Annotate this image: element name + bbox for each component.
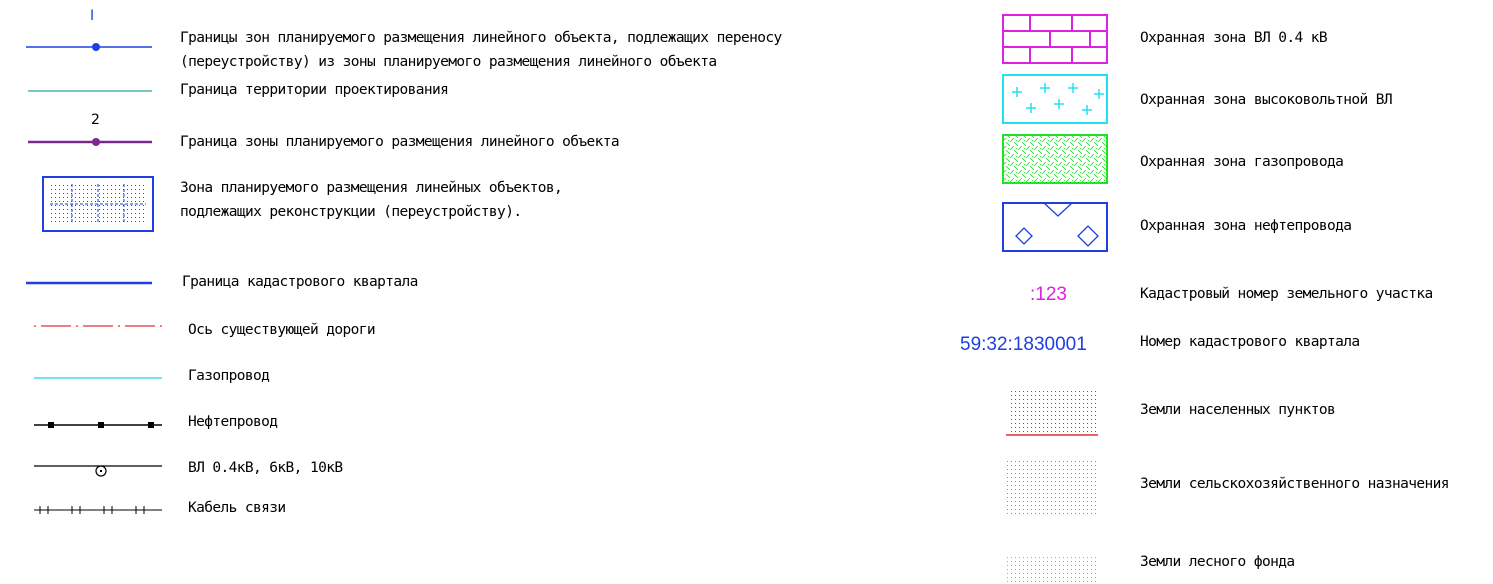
forest-lands-label: Земли лесного фонда: [1140, 554, 1295, 570]
cadastral-quarter-number-code: 59:32:1830001: [960, 334, 1087, 355]
forest-lands-symbol: [1006, 556, 1098, 584]
zone-transfer-label-line1: Границы зон планируемого размещения лине…: [180, 30, 782, 46]
land-plot-number-code: :123: [1030, 284, 1067, 305]
gas-pipeline-symbol: [34, 377, 162, 379]
reconstruction-zone-symbol: [42, 176, 154, 232]
settlement-lands-symbol: [1006, 388, 1098, 436]
agricultural-lands-label: Земли сельскохозяйственного назначения: [1140, 476, 1450, 492]
road-axis-symbol: [34, 325, 162, 327]
power-line-symbol: [34, 465, 162, 477]
agricultural-lands-symbol: [1006, 460, 1098, 516]
zone-transfer-label-line2: (переустройству) из зоны планируемого ра…: [180, 54, 717, 70]
settlement-lands-label: Земли населенных пунктов: [1140, 402, 1336, 418]
land-plot-number-label: Кадастровый номер земельного участка: [1140, 286, 1433, 302]
oil-pipeline-symbol: [34, 422, 162, 428]
oil-protection-zone-label: Охранная зона нефтепровода: [1140, 218, 1352, 234]
road-axis-label: Ось существующей дороги: [188, 322, 376, 338]
reconstruction-zone-label-line1: Зона планируемого размещения линейных об…: [180, 180, 563, 196]
cadastral-quarter-boundary-symbol: [26, 281, 152, 285]
zone-boundary-line-symbol: [28, 138, 152, 146]
cadastral-quarter-number-label: Номер кадастрового квартала: [1140, 334, 1360, 350]
gas-protection-zone-label: Охранная зона газопровода: [1140, 154, 1344, 170]
gas-pipeline-label: Газопровод: [188, 368, 270, 384]
reconstruction-zone-label-line2: подлежащих реконструкции (переустройству…: [180, 204, 522, 220]
communication-cable-label: Кабель связи: [188, 500, 286, 516]
design-territory-boundary-label: Граница территории проектирования: [180, 82, 449, 98]
oil-pipeline-label: Нефтепровод: [188, 414, 278, 430]
map-legend: I Границы зон планируемого размещения ли…: [0, 0, 1493, 584]
cadastral-quarter-boundary-label: Граница кадастрового квартала: [182, 274, 418, 290]
zone-boundary-label: Граница зоны планируемого размещения лин…: [180, 134, 620, 150]
design-territory-boundary-symbol: [28, 90, 152, 92]
oil-protection-zone-symbol: [1002, 202, 1108, 252]
vl04-protection-zone-symbol: [1002, 14, 1108, 64]
zone-transfer-marker: I: [90, 8, 95, 24]
hv-protection-zone-symbol: [1002, 74, 1108, 124]
gas-protection-zone-symbol: [1002, 134, 1108, 184]
vl04-protection-zone-label: Охранная зона ВЛ 0.4 кВ: [1140, 30, 1328, 46]
power-line-label: ВЛ 0.4кВ, 6кВ, 10кВ: [188, 460, 343, 476]
communication-cable-symbol: [34, 506, 162, 514]
hv-protection-zone-label: Охранная зона высоковольтной ВЛ: [1140, 92, 1393, 108]
zone-boundary-marker: 2: [91, 112, 100, 128]
